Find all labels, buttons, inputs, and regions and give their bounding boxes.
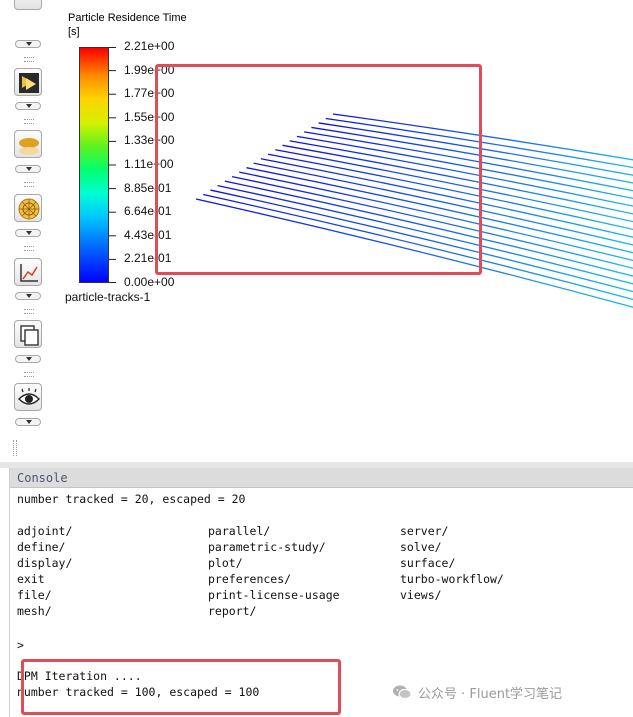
toolbar-grip — [24, 246, 34, 251]
xy-plot-dropdown[interactable] — [15, 292, 41, 300]
pathlines-dropdown[interactable] — [15, 165, 41, 173]
chevron-down-icon — [26, 231, 32, 235]
eye-icon — [18, 388, 40, 405]
console-menu-item: print-license-usage — [208, 588, 340, 602]
console-menu-item: parametric-study/ — [208, 540, 326, 554]
console-menu-item: server/ — [400, 524, 449, 538]
toolbar-grip — [24, 119, 34, 124]
chevron-down-icon — [26, 357, 32, 361]
console-menu-item: surface/ — [400, 556, 456, 570]
panel-resize-grip[interactable] — [13, 440, 17, 456]
console-menu-item: preferences/ — [208, 572, 292, 586]
console-panel[interactable]: Console number tracked = 20, escaped = 2… — [9, 468, 633, 717]
colorbar-tick-label: 0.00e+00 — [124, 275, 175, 289]
console-title: Console — [17, 471, 68, 485]
watermark: 公众号 · Fluent学习笔记 — [392, 681, 562, 703]
console-menu-item: turbo-workflow/ — [400, 572, 504, 586]
graphics-object-name: particle-tracks-1 — [65, 290, 151, 304]
xy-plot-icon — [20, 264, 38, 282]
console-menu-item: adjoint/ — [17, 524, 73, 538]
console-menu-item: views/ — [400, 588, 442, 602]
contours-button[interactable] — [14, 0, 42, 10]
colorbar-unit: [s] — [68, 26, 80, 38]
graphics-toolbar — [0, 0, 58, 462]
wechat-icon — [393, 685, 412, 699]
vectors-dropdown[interactable] — [15, 102, 41, 110]
console-prompt[interactable]: > — [17, 638, 24, 652]
vectors-button[interactable] — [14, 68, 42, 96]
console-menu-item: file/ — [17, 588, 52, 602]
chevron-down-icon — [26, 420, 32, 424]
annotation-highlight-box — [21, 659, 341, 715]
console-menu-item: report/ — [208, 604, 257, 618]
console-menu-item: solve/ — [400, 540, 442, 554]
colorbar-title: Particle Residence Time — [68, 12, 187, 24]
toolbar-grip — [24, 182, 34, 187]
chevron-down-icon — [26, 42, 32, 46]
graphics-viewport[interactable]: Particle Residence Time [s] 2.21e+00 1.99… — [58, 0, 633, 462]
scene-icon — [20, 325, 39, 346]
console-menu-item: exit — [17, 572, 45, 586]
contours-dropdown[interactable] — [15, 40, 41, 48]
xy-plot-button[interactable] — [14, 258, 42, 286]
console-output-line: number tracked = 20, escaped = 20 — [17, 492, 246, 506]
console-header: Console — [10, 468, 633, 488]
annotation-highlight-box — [155, 64, 482, 275]
colorbar-ticks — [109, 47, 116, 283]
watermark-text: 公众号 · Fluent学习笔记 — [418, 686, 563, 702]
console-menu-item: mesh/ — [17, 604, 52, 618]
scene-dropdown[interactable] — [15, 355, 41, 363]
view-button[interactable] — [14, 383, 42, 411]
pathlines-button[interactable] — [14, 130, 42, 158]
colorbar-tick-label: 2.21e+00 — [124, 39, 175, 53]
chevron-down-icon — [26, 167, 32, 171]
particle-tracks-button[interactable] — [14, 194, 42, 222]
scene-button[interactable] — [14, 320, 42, 348]
colorbar — [79, 47, 109, 283]
console-menu-item: define/ — [17, 540, 66, 554]
chevron-down-icon — [26, 294, 32, 298]
vectors-icon — [19, 73, 39, 93]
pathlines-icon — [19, 138, 39, 155]
console-menu-item: display/ — [17, 556, 73, 570]
toolbar-grip — [24, 372, 34, 377]
console-menu-item: plot/ — [208, 556, 243, 570]
console-menu-item: parallel/ — [208, 524, 271, 538]
toolbar-grip — [24, 57, 34, 62]
view-dropdown[interactable] — [15, 418, 41, 426]
toolbar-grip — [24, 309, 34, 314]
particle-tracks-dropdown[interactable] — [15, 229, 41, 237]
chevron-down-icon — [26, 104, 32, 108]
particle-tracks-icon — [18, 198, 40, 220]
